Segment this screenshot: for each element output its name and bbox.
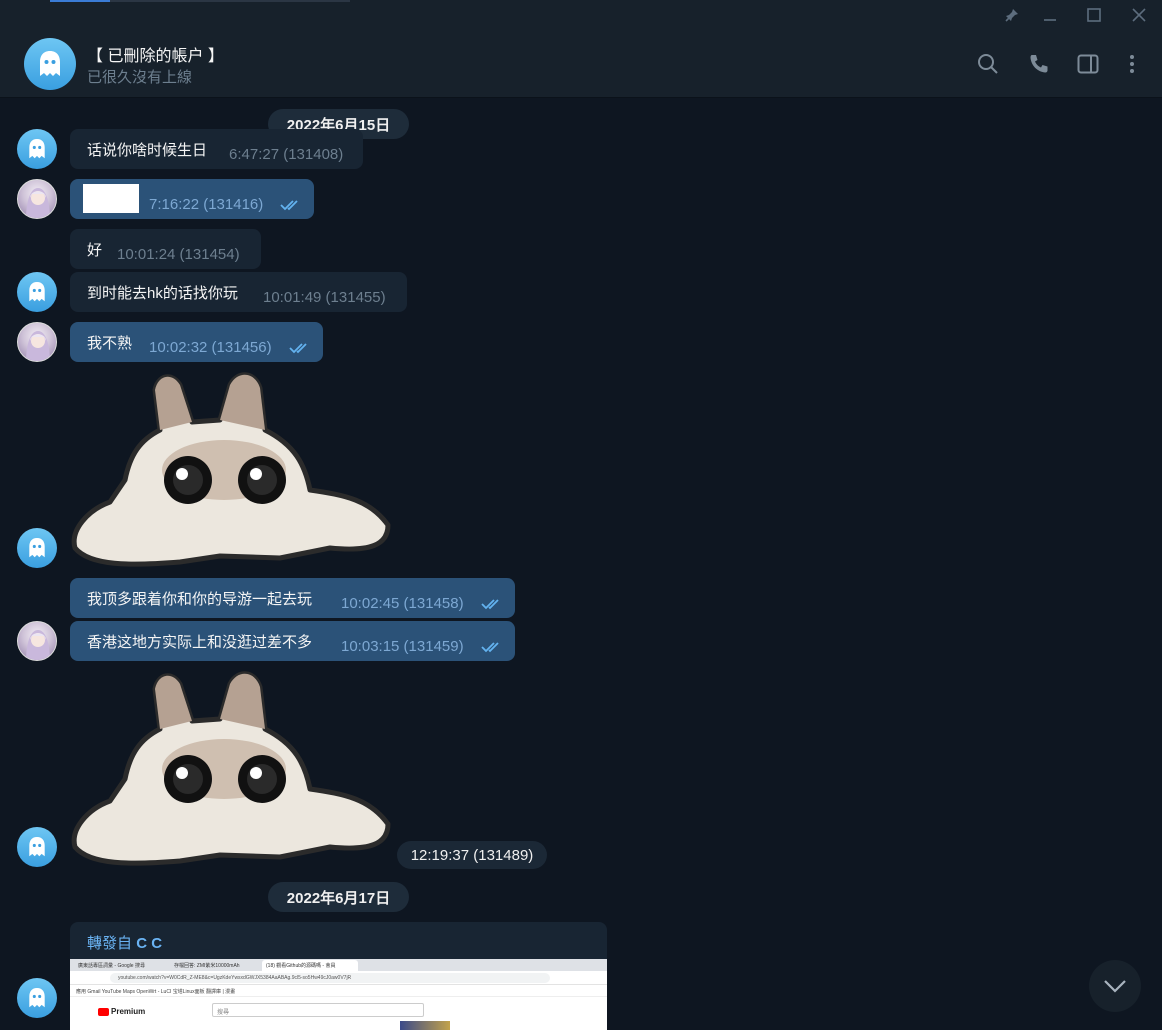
forwarded-message[interactable]: 轉發自 C C 廣東話專區詞彙 - Google 搜尋 存檔回答: ZMI紫米1… [70, 922, 607, 1030]
sticker[interactable] [70, 668, 392, 870]
ghost-icon [29, 282, 45, 302]
message-bubble[interactable]: 7:16:22 (131416) [70, 179, 314, 219]
message-time: 12:19:37 (131489) [397, 841, 547, 869]
message-text: 话说你啥时候生日 [87, 141, 208, 159]
screenshot-address-bar: youtube.com/watch?v=W0CdR_Z-ME8&c=UgzKde… [70, 971, 607, 985]
search-icon[interactable] [972, 48, 1004, 80]
message-time: 10:01:49 (131455) [263, 289, 386, 306]
tab-strip-accent [50, 0, 110, 2]
maximize-icon[interactable] [1072, 0, 1116, 30]
message-bubble[interactable]: 好 10:01:24 (131454) [70, 229, 261, 269]
cat-ghost-sticker [71, 671, 391, 866]
message-text: 到时能去hk的话找你玩 [87, 284, 238, 302]
chevron-down-icon [1104, 980, 1126, 993]
screenshot-search: 搜尋 [212, 1003, 424, 1017]
avatar[interactable] [17, 179, 57, 219]
youtube-logo: Premium [98, 1007, 145, 1016]
message-text: 香港这地方实际上和没逛过差不多 [87, 633, 313, 651]
message-bubble[interactable]: 我顶多跟着你和你的导游一起去玩 10:02:45 (131458) [70, 578, 515, 618]
message-bubble[interactable]: 香港这地方实际上和没逛过差不多 10:03:15 (131459) [70, 621, 515, 661]
window-titlebar [0, 0, 1162, 30]
ghost-icon [29, 538, 45, 558]
message-time: 10:01:24 (131454) [117, 246, 240, 263]
sticker[interactable] [70, 370, 392, 570]
message-bubble[interactable]: 到时能去hk的话找你玩 10:01:49 (131455) [70, 272, 407, 312]
avatar[interactable] [24, 38, 76, 90]
message-time: 6:47:27 (131408) [229, 146, 344, 163]
screenshot-bookmarks: 應用 Gmail YouTube Maps OpenWrt - LuCI 宝塔L… [70, 985, 607, 997]
forwarded-image[interactable]: 廣東話專區詞彙 - Google 搜尋 存檔回答: ZMI紫米10000mAh … [70, 959, 607, 1030]
message-text: 我顶多跟着你和你的导游一起去玩 [87, 590, 313, 608]
user-avatar-image [26, 331, 50, 361]
chat-title[interactable]: 【 已刪除的帳户 】 [87, 42, 224, 66]
read-receipt-icon [280, 198, 302, 215]
message-bubble[interactable]: 话说你啥时候生日 6:47:27 (131408) [70, 129, 363, 169]
message-time: 7:16:22 (131416) [149, 196, 264, 213]
screenshot-tab-bar: 廣東話專區詞彙 - Google 搜尋 存檔回答: ZMI紫米10000mAh … [70, 959, 607, 971]
read-receipt-icon [481, 640, 503, 657]
screenshot-url: youtube.com/watch?v=W0CdR_Z-ME8&c=UgzKde… [110, 973, 550, 983]
ghost-icon [29, 139, 45, 159]
forward-prefix: 轉發自 [87, 935, 133, 952]
user-avatar-image [26, 188, 50, 218]
cat-ghost-sticker [71, 372, 391, 567]
avatar[interactable] [17, 827, 57, 867]
avatar[interactable] [17, 322, 57, 362]
scroll-to-bottom-button[interactable] [1089, 960, 1141, 1012]
message-text: 我不熟 [87, 334, 133, 352]
redacted-content [83, 184, 139, 213]
message-bubble[interactable]: 我不熟 10:02:32 (131456) [70, 322, 323, 362]
screenshot-thumbnail [400, 1021, 450, 1030]
read-receipt-icon [289, 341, 311, 358]
minimize-icon[interactable] [1028, 0, 1072, 30]
avatar[interactable] [17, 978, 57, 1018]
ghost-icon [40, 51, 60, 76]
user-avatar-image [26, 630, 50, 660]
avatar[interactable] [17, 528, 57, 568]
sidebar-toggle-icon[interactable] [1072, 48, 1104, 80]
screenshot-youtube-header: Premium 搜尋 [70, 999, 607, 1030]
more-vertical-icon[interactable] [1116, 48, 1148, 80]
phone-icon[interactable] [1023, 48, 1055, 80]
date-separator: 2022年6月17日 [268, 882, 409, 912]
read-receipt-icon [481, 597, 503, 614]
message-time: 10:02:45 (131458) [341, 595, 464, 612]
ghost-icon [29, 837, 45, 857]
message-text: 好 [87, 241, 103, 259]
message-time: 10:03:15 (131459) [341, 638, 464, 655]
youtube-logo-text: Premium [111, 1007, 146, 1016]
message-time: 10:02:32 (131456) [149, 339, 272, 356]
close-icon[interactable] [1117, 0, 1161, 30]
avatar[interactable] [17, 621, 57, 661]
avatar[interactable] [17, 129, 57, 169]
screenshot-tab: (18) 觀看Github的源碼嗎 - 會員 [262, 960, 358, 971]
screenshot-tab: 存檔回答: ZMI紫米10000mAh [170, 960, 262, 971]
chat-status: 已很久沒有上線 [87, 69, 193, 86]
chat-header: 【 已刪除的帳户 】 已很久沒有上線 [0, 30, 1162, 98]
screenshot-tab: 廣東話專區詞彙 - Google 搜尋 [74, 960, 170, 971]
avatar[interactable] [17, 272, 57, 312]
ghost-icon [29, 988, 45, 1008]
forward-source[interactable]: C C [136, 935, 162, 952]
forward-header[interactable]: 轉發自 C C [87, 932, 162, 953]
